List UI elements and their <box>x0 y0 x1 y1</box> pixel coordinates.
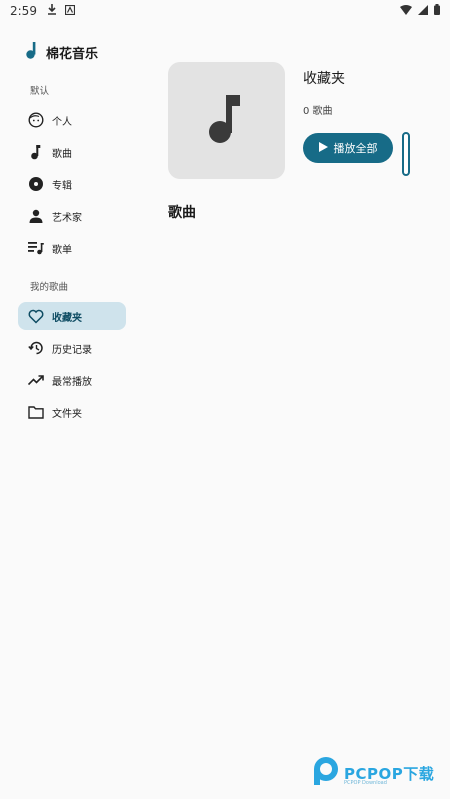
song-count: 0 歌曲 <box>303 106 333 117</box>
sidebar: 棉花音乐 默认 个人 歌曲 专辑 艺术家 歌单 我的歌曲 收藏夹 历史记录 最常… <box>18 38 130 430</box>
sidebar-item-label: 歌曲 <box>52 148 72 160</box>
sidebar-item-most-played[interactable]: 最常播放 <box>18 366 130 394</box>
sidebar-item-label: 歌单 <box>52 244 72 256</box>
signal-icon <box>418 4 428 18</box>
status-time: 2:59 <box>10 4 37 18</box>
sidebar-item-artists[interactable]: 艺术家 <box>18 202 130 230</box>
sidebar-item-label: 文件夹 <box>52 408 82 420</box>
folder-icon <box>28 404 44 420</box>
download-icon <box>47 3 57 19</box>
watermark-subtext: PCPOP Download <box>344 780 387 786</box>
songs-heading: 歌曲 <box>168 205 196 221</box>
sidebar-item-personal[interactable]: 个人 <box>18 106 130 134</box>
battery-icon <box>434 4 440 18</box>
scroll-handle[interactable] <box>402 132 410 176</box>
section-my-songs-label: 我的歌曲 <box>30 282 69 293</box>
wifi-icon <box>400 4 412 18</box>
sidebar-item-folders[interactable]: 文件夹 <box>18 398 130 426</box>
playlist-icon <box>28 240 44 256</box>
history-icon <box>28 340 44 356</box>
app-brand: 棉花音乐 <box>18 38 130 66</box>
app-logo-icon <box>26 41 38 63</box>
face-icon <box>28 112 44 128</box>
notification-icon <box>64 4 76 18</box>
sidebar-item-songs[interactable]: 歌曲 <box>18 138 130 166</box>
sidebar-item-label: 个人 <box>52 116 72 128</box>
sidebar-item-label: 历史记录 <box>52 344 92 356</box>
sidebar-item-label: 专辑 <box>52 180 72 192</box>
play-all-label: 播放全部 <box>333 142 378 155</box>
sidebar-item-playlists[interactable]: 歌单 <box>18 234 130 262</box>
nav-my-songs: 收藏夹 历史记录 最常播放 文件夹 <box>18 302 130 426</box>
sidebar-item-albums[interactable]: 专辑 <box>18 170 130 198</box>
status-bar: 2:59 <box>0 0 450 22</box>
pcpop-logo-icon <box>312 756 340 790</box>
playlist-info: 收藏夹 0 歌曲 <box>303 68 345 117</box>
heart-icon <box>28 308 44 324</box>
person-icon <box>28 208 44 224</box>
sidebar-item-label: 艺术家 <box>52 212 82 224</box>
music-note-icon <box>28 144 44 160</box>
main-content: 收藏夹 0 歌曲 播放全部 歌曲 <box>168 62 428 221</box>
music-note-icon <box>207 93 247 149</box>
watermark: PCPOP下载 PCPOP Download <box>312 756 434 790</box>
play-all-button[interactable]: 播放全部 <box>303 133 393 163</box>
sidebar-item-label: 最常播放 <box>52 376 92 388</box>
sidebar-item-label: 收藏夹 <box>52 312 82 324</box>
album-icon <box>28 176 44 192</box>
nav-default: 个人 歌曲 专辑 艺术家 歌单 <box>18 106 130 262</box>
playlist-title: 收藏夹 <box>303 71 345 87</box>
app-title: 棉花音乐 <box>46 46 99 62</box>
sidebar-item-history[interactable]: 历史记录 <box>18 334 130 362</box>
playlist-cover <box>168 62 285 179</box>
section-default-label: 默认 <box>30 86 50 97</box>
sidebar-item-favorites[interactable]: 收藏夹 <box>18 302 126 330</box>
play-icon <box>318 141 328 155</box>
trending-up-icon <box>28 372 44 388</box>
